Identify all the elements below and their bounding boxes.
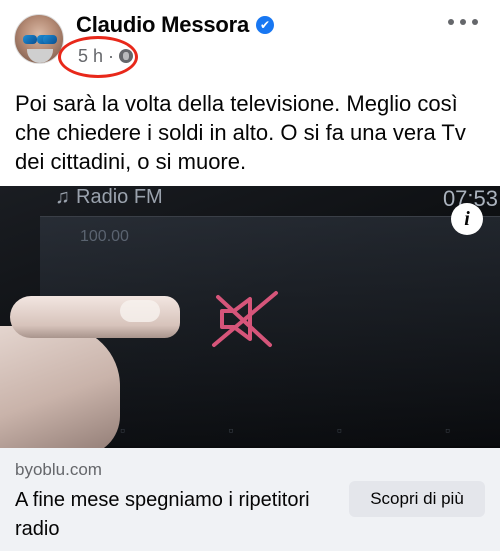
radio-label-text: Radio FM <box>76 186 163 208</box>
sunglasses <box>23 35 57 44</box>
more-dot <box>448 19 454 25</box>
timestamp-highlight-circle <box>58 36 138 78</box>
control-mark: ▫ <box>445 422 450 438</box>
more-dot <box>472 19 478 25</box>
control-mark: ▫ <box>120 422 125 438</box>
post-header: Claudio Messora ✔ 5 h · <box>0 0 500 80</box>
control-mark: ▫ <box>228 422 234 438</box>
author-name[interactable]: Claudio Messora <box>76 12 249 38</box>
more-dot <box>460 19 466 25</box>
link-preview-image[interactable]: ♫ Radio FM 100.00 07:53 ▫ ▫ ▫ ▫ i <box>0 186 500 448</box>
learn-more-button[interactable]: Scopri di più <box>349 481 485 517</box>
muted-speaker-icon <box>212 291 278 347</box>
radio-source-label: ♫ Radio FM <box>55 186 163 209</box>
control-mark: ▫ <box>336 422 342 438</box>
link-domain: byoblu.com <box>15 460 102 479</box>
author-avatar[interactable] <box>14 14 64 64</box>
link-title[interactable]: A fine mese spegniamo i ripetitori radio <box>15 486 325 544</box>
music-note-icon: ♫ <box>55 186 70 208</box>
info-button[interactable]: i <box>451 203 483 235</box>
hand <box>0 326 120 448</box>
display-bottom-controls: ▫ ▫ ▫ ▫ <box>120 422 450 438</box>
radio-frequency: 100.00 <box>80 228 129 245</box>
verified-badge-icon: ✔ <box>256 16 275 34</box>
post-text: Poi sarà la volta della televisione. Meg… <box>15 91 466 174</box>
link-preview-bar[interactable]: byoblu.com A fine mese spegniamo i ripet… <box>0 448 500 551</box>
fingernail <box>120 300 160 322</box>
avatar-beard <box>27 49 53 63</box>
more-options-button[interactable] <box>448 10 478 34</box>
